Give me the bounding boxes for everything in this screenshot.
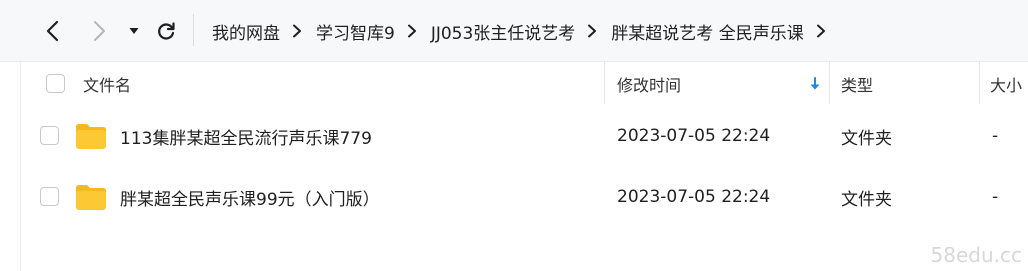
table-row[interactable]: 113集胖某超全民流行声乐课779 2023-07-05 22:24 文件夹 - [20, 105, 1028, 167]
file-type: 文件夹 [841, 189, 892, 210]
chevron-right-icon[interactable] [292, 24, 302, 38]
row-checkbox[interactable] [40, 126, 59, 145]
breadcrumb-item-root[interactable]: 我的网盘 [212, 19, 280, 44]
breadcrumb-item-library[interactable]: 学习智库9 [316, 19, 395, 44]
breadcrumb-item-current[interactable]: 胖某超说艺考 全民声乐课 [611, 19, 803, 44]
select-all-checkbox[interactable] [46, 74, 65, 93]
column-divider[interactable] [604, 62, 605, 104]
column-header-type[interactable]: 类型 [841, 62, 873, 106]
column-divider[interactable] [979, 62, 980, 104]
folder-icon [76, 185, 106, 210]
table-header: 文件名 修改时间 类型 大小 [20, 62, 1028, 106]
forward-arrow-icon[interactable] [84, 16, 114, 46]
dropdown-triangle-icon[interactable] [119, 16, 149, 46]
column-header-size[interactable]: 大小 [990, 62, 1022, 106]
modified-time: 2023-07-05 22:24 [617, 187, 771, 207]
column-header-modified[interactable]: 修改时间 [617, 62, 681, 106]
file-size: - [992, 126, 999, 146]
watermark: 58edu.cc [930, 243, 1022, 267]
folder-icon [76, 124, 106, 149]
column-header-name[interactable]: 文件名 [83, 62, 131, 106]
toolbar-divider [193, 14, 194, 46]
navigation-bar: 我的网盘 学习智库9 JJ053张主任说艺考 胖某超说艺考 全民声乐课 [0, 0, 1028, 62]
refresh-icon[interactable] [151, 16, 181, 46]
file-name[interactable]: 胖某超全民声乐课99元（入门版） [120, 166, 380, 228]
file-name[interactable]: 113集胖某超全民流行声乐课779 [120, 105, 372, 167]
file-type: 文件夹 [841, 128, 892, 149]
column-divider[interactable] [829, 62, 830, 104]
breadcrumb: 我的网盘 学习智库9 JJ053张主任说艺考 胖某超说艺考 全民声乐课 [212, 0, 826, 62]
sort-down-arrow-icon[interactable] [808, 76, 822, 92]
breadcrumb-item-folder[interactable]: JJ053张主任说艺考 [431, 19, 575, 44]
chevron-right-icon[interactable] [816, 24, 826, 38]
modified-time: 2023-07-05 22:24 [617, 126, 771, 146]
row-checkbox[interactable] [40, 187, 59, 206]
chevron-right-icon[interactable] [407, 24, 417, 38]
file-table: 文件名 修改时间 类型 大小 113集胖某超全民流行声乐课779 2023-07… [20, 62, 1028, 271]
back-arrow-icon[interactable] [38, 16, 68, 46]
chevron-right-icon[interactable] [587, 24, 597, 38]
table-row[interactable]: 胖某超全民声乐课99元（入门版） 2023-07-05 22:24 文件夹 - [20, 166, 1028, 228]
file-size: - [992, 187, 999, 207]
